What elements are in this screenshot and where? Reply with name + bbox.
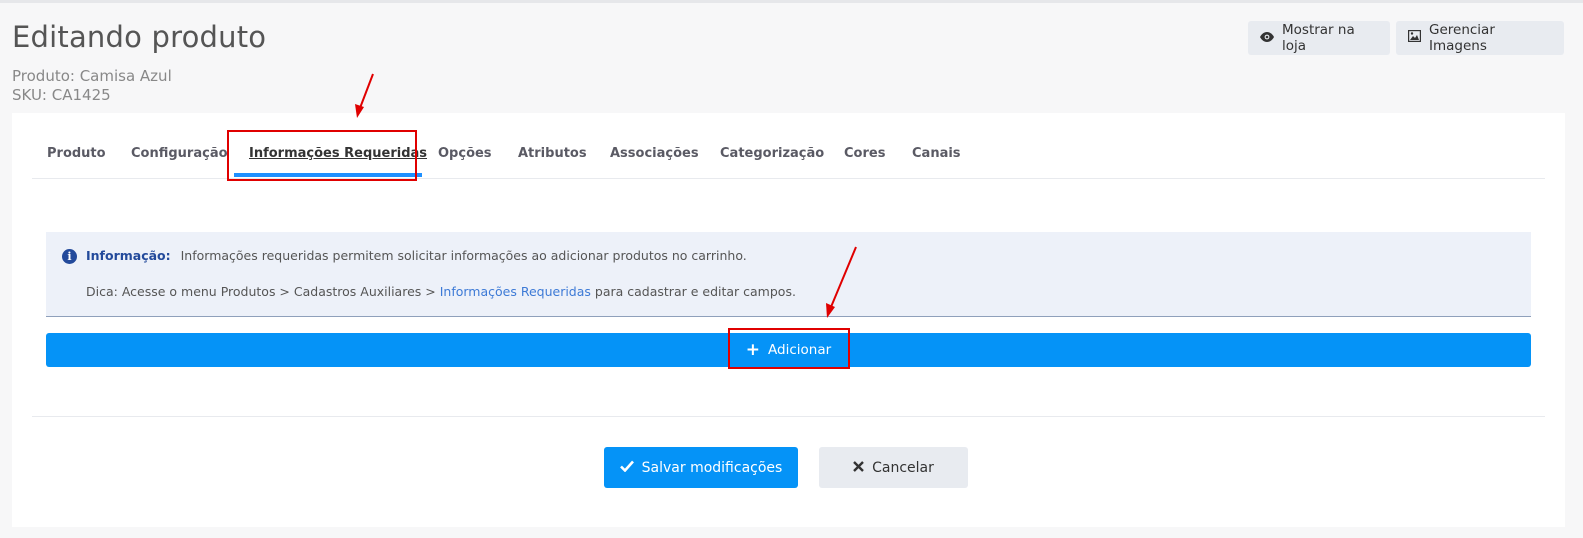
cancel-label: Cancelar — [872, 459, 934, 476]
info-text: Informações requeridas permitem solicita… — [180, 248, 747, 263]
manage-images-button[interactable]: Gerenciar Imagens — [1396, 21, 1564, 55]
tab-configuracao[interactable]: Configuração — [131, 146, 228, 161]
info-tip: Dica: Acesse o menu Produtos > Cadastros… — [86, 284, 796, 299]
tab-associacoes[interactable]: Associações — [610, 146, 699, 161]
show-in-store-button[interactable]: Mostrar na loja — [1248, 21, 1390, 55]
check-icon — [619, 460, 634, 476]
info-icon: i — [62, 249, 77, 264]
top-divider — [0, 0, 1583, 3]
tab-categorizacao[interactable]: Categorização — [720, 146, 824, 161]
close-icon — [853, 460, 864, 476]
eye-icon — [1260, 30, 1274, 46]
tip-suffix: para cadastrar e editar campos. — [590, 284, 796, 299]
page-title: Editando produto — [12, 20, 267, 54]
tab-produto[interactable]: Produto — [47, 146, 106, 161]
save-label: Salvar modificações — [641, 459, 783, 476]
info-title: Informação: — [86, 248, 171, 263]
manage-images-label: Gerenciar Imagens — [1429, 22, 1495, 54]
product-name: Produto: Camisa Azul — [12, 67, 172, 85]
add-label: Adicionar — [768, 342, 832, 358]
product-edit-card: Produto Configuração Informações Requeri… — [12, 113, 1565, 527]
cancel-button[interactable]: Cancelar — [819, 447, 968, 488]
show-in-store-label: Mostrar na loja — [1282, 22, 1355, 54]
info-message: Informação: Informações requeridas permi… — [86, 248, 747, 263]
product-sku: SKU: CA1425 — [12, 86, 111, 104]
arrow-to-tab — [355, 73, 374, 118]
tab-informacoes-requeridas[interactable]: Informações Requeridas — [249, 146, 427, 161]
active-tab-indicator — [234, 173, 422, 177]
tab-canais[interactable]: Canais — [912, 146, 961, 161]
tab-atributos[interactable]: Atributos — [518, 146, 587, 161]
required-info-link[interactable]: Informações Requeridas — [440, 284, 591, 299]
tab-bar: Produto Configuração Informações Requeri… — [32, 113, 1545, 179]
tab-opcoes[interactable]: Opções — [438, 146, 492, 161]
tip-prefix: Dica: Acesse o menu Produtos > Cadastros… — [86, 284, 440, 299]
tab-cores[interactable]: Cores — [844, 146, 885, 161]
add-button[interactable]: + Adicionar — [46, 333, 1531, 367]
form-divider — [32, 416, 1545, 417]
info-alert: i Informação: Informações requeridas per… — [46, 232, 1531, 317]
save-button[interactable]: Salvar modificações — [604, 447, 798, 488]
plus-icon: + — [745, 340, 761, 360]
image-icon — [1407, 29, 1422, 46]
